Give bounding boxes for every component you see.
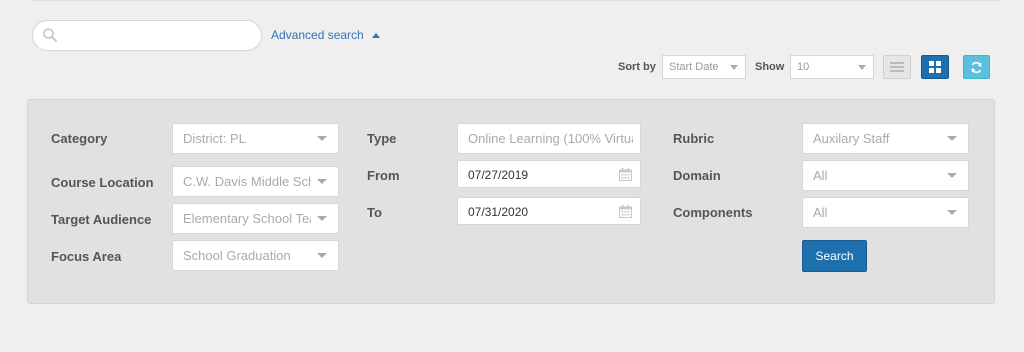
search-box[interactable]: [32, 20, 262, 51]
caret-up-icon: [371, 32, 380, 38]
chevron-down-icon: [730, 65, 738, 70]
grid-view-icon: [929, 61, 941, 73]
chevron-down-icon: [317, 136, 327, 141]
show-label: Show: [755, 61, 785, 73]
rubric-select[interactable]: Auxilary Staff: [802, 123, 969, 154]
refresh-icon: [971, 61, 982, 73]
chevron-down-icon: [317, 179, 327, 184]
list-view-button[interactable]: [883, 55, 911, 79]
domain-value: All: [813, 168, 828, 183]
from-date-value: 07/27/2019: [468, 168, 529, 182]
refresh-button[interactable]: [963, 55, 990, 79]
calendar-icon[interactable]: [619, 205, 632, 218]
to-date-input[interactable]: 07/31/2020: [457, 197, 641, 225]
sort-by-select[interactable]: Start Date: [662, 55, 746, 79]
focus-area-label: Focus Area: [51, 249, 122, 264]
advanced-search-label: Advanced search: [271, 28, 364, 42]
sort-by-value: Start Date: [669, 61, 719, 73]
focus-area-value: School Graduation: [183, 248, 291, 263]
target-audience-value: Elementary School Teachers: [183, 211, 311, 226]
type-select[interactable]: Online Learning (100% Virtual): [457, 123, 641, 154]
chevron-down-icon: [317, 253, 327, 258]
category-label: Category: [51, 131, 108, 146]
type-label: Type: [367, 131, 397, 146]
chevron-down-icon: [858, 65, 866, 70]
target-audience-label: Target Audience: [51, 212, 152, 227]
domain-select[interactable]: All: [802, 160, 969, 191]
search-icon: [43, 28, 57, 42]
type-value: Online Learning (100% Virtual): [468, 131, 633, 146]
show-count-select[interactable]: 10: [790, 55, 874, 79]
course-location-select[interactable]: C.W. Davis Middle School: [172, 166, 339, 197]
advanced-search-link[interactable]: Advanced search: [271, 28, 380, 42]
list-view-icon: [890, 62, 904, 72]
from-label: From: [367, 168, 400, 183]
components-value: All: [813, 205, 828, 220]
rubric-value: Auxilary Staff: [813, 131, 890, 146]
category-value: District: PL: [183, 131, 246, 146]
target-audience-select[interactable]: Elementary School Teachers: [172, 203, 339, 234]
top-divider: [32, 0, 1000, 1]
rubric-label: Rubric: [673, 131, 715, 146]
chevron-down-icon: [947, 210, 957, 215]
show-count-value: 10: [797, 61, 810, 73]
from-date-input[interactable]: 07/27/2019: [457, 160, 641, 188]
search-button[interactable]: Search: [802, 240, 867, 272]
search-input[interactable]: [63, 25, 253, 47]
course-location-value: C.W. Davis Middle School: [183, 174, 311, 189]
grid-view-button[interactable]: [921, 55, 949, 79]
chevron-down-icon: [947, 136, 957, 141]
calendar-icon[interactable]: [619, 168, 632, 181]
to-label: To: [367, 205, 382, 220]
chevron-down-icon: [947, 173, 957, 178]
components-select[interactable]: All: [802, 197, 969, 228]
course-location-label: Course Location: [51, 175, 154, 190]
chevron-down-icon: [317, 216, 327, 221]
domain-label: Domain: [673, 168, 721, 183]
focus-area-select[interactable]: School Graduation: [172, 240, 339, 271]
to-date-value: 07/31/2020: [468, 205, 529, 219]
category-select[interactable]: District: PL: [172, 123, 339, 154]
sort-by-label: Sort by: [618, 61, 656, 73]
components-label: Components: [673, 205, 753, 220]
